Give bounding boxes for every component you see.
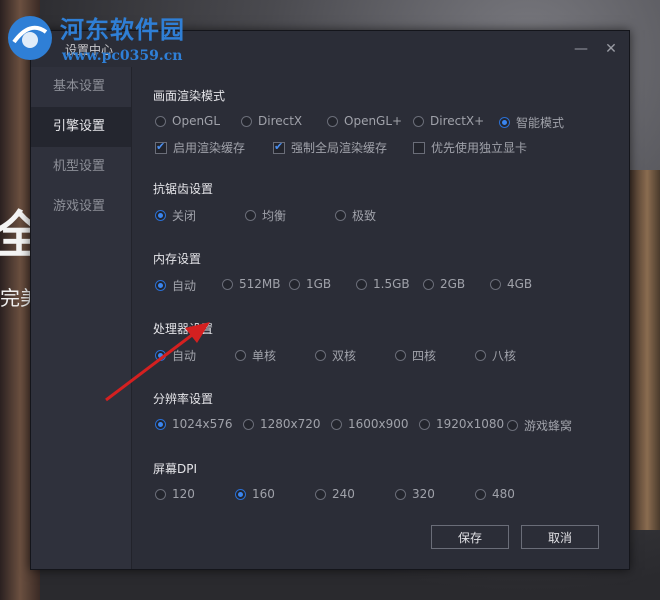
cpu-quad-radio[interactable]: 四核 xyxy=(395,347,436,364)
checkbox-checked-icon xyxy=(155,140,167,154)
radio-icon xyxy=(289,278,300,290)
radio-icon xyxy=(423,278,434,290)
resolution-game-hive-radio[interactable]: 游戏蜂窝 xyxy=(507,417,572,434)
radio-icon xyxy=(243,418,254,430)
checkbox-checked-icon xyxy=(273,140,285,154)
radio-icon xyxy=(475,350,486,361)
radio-icon xyxy=(235,350,246,361)
dedicated-gpu-checkbox[interactable]: 优先使用独立显卡 xyxy=(413,139,527,156)
memory-auto-radio[interactable]: 自动 xyxy=(155,277,196,294)
render-directxplus-radio[interactable]: DirectX+ xyxy=(413,114,484,128)
radio-icon xyxy=(419,418,430,430)
radio-selected-icon xyxy=(155,418,166,430)
settings-dialog: 设置中心 — ✕ 基本设置 引擎设置 机型设置 游戏设置 画面渲染模式 Open… xyxy=(30,30,630,570)
checkbox-icon xyxy=(413,141,425,154)
radio-icon xyxy=(315,350,326,361)
render-mode-title: 画面渲染模式 xyxy=(153,89,226,103)
watermark-logo-icon xyxy=(8,16,52,60)
radio-selected-icon xyxy=(235,488,246,500)
radio-selected-icon xyxy=(155,350,166,361)
resolution-1024-radio[interactable]: 1024x576 xyxy=(155,417,233,431)
radio-icon xyxy=(395,488,406,500)
memory-1gb-radio[interactable]: 1GB xyxy=(289,277,331,291)
antialias-extreme-radio[interactable]: 极致 xyxy=(335,207,376,224)
radio-selected-icon xyxy=(155,280,166,291)
dpi-title: 屏幕DPI xyxy=(153,462,198,476)
render-directx-radio[interactable]: DirectX xyxy=(241,114,302,128)
dpi-320-radio[interactable]: 320 xyxy=(395,487,435,501)
memory-title: 内存设置 xyxy=(153,252,202,266)
render-cache-checkbox[interactable]: 启用渲染缓存 xyxy=(155,139,245,156)
radio-icon xyxy=(395,350,406,361)
engine-settings-panel: 画面渲染模式 OpenGL DirectX OpenGL+ DirectX+ 智… xyxy=(133,67,629,569)
save-button[interactable]: 保存 xyxy=(431,525,509,549)
radio-icon xyxy=(507,420,518,431)
radio-icon xyxy=(155,488,166,500)
settings-sidebar: 基本设置 引擎设置 机型设置 游戏设置 xyxy=(31,67,132,569)
watermark-title: 河东软件园 xyxy=(60,15,185,44)
radio-icon xyxy=(245,210,256,221)
memory-512mb-radio[interactable]: 512MB xyxy=(222,277,281,291)
memory-4gb-radio[interactable]: 4GB xyxy=(490,277,532,291)
dpi-160-radio[interactable]: 160 xyxy=(235,487,275,501)
render-openglplus-radio[interactable]: OpenGL+ xyxy=(327,114,402,128)
radio-icon xyxy=(241,115,252,127)
cpu-single-radio[interactable]: 单核 xyxy=(235,347,276,364)
sidebar-item-engine[interactable]: 引擎设置 xyxy=(31,107,131,147)
radio-icon xyxy=(155,115,166,127)
radio-selected-icon xyxy=(499,117,510,128)
minimize-button[interactable]: — xyxy=(571,39,591,59)
dpi-480-radio[interactable]: 480 xyxy=(475,487,515,501)
antialias-balanced-radio[interactable]: 均衡 xyxy=(245,207,286,224)
resolution-1920-radio[interactable]: 1920x1080 xyxy=(419,417,504,431)
radio-icon xyxy=(335,210,346,221)
global-render-cache-checkbox[interactable]: 强制全局渲染缓存 xyxy=(273,139,387,156)
dpi-120-radio[interactable]: 120 xyxy=(155,487,195,501)
antialias-off-radio[interactable]: 关闭 xyxy=(155,207,196,224)
radio-icon xyxy=(490,278,501,290)
render-opengl-radio[interactable]: OpenGL xyxy=(155,114,220,128)
dpi-240-radio[interactable]: 240 xyxy=(315,487,355,501)
radio-icon xyxy=(413,115,424,127)
radio-selected-icon xyxy=(155,210,166,221)
cpu-auto-radio[interactable]: 自动 xyxy=(155,347,196,364)
sidebar-item-game[interactable]: 游戏设置 xyxy=(31,187,131,227)
game-art-right xyxy=(628,170,660,530)
memory-2gb-radio[interactable]: 2GB xyxy=(423,277,465,291)
resolution-1600-radio[interactable]: 1600x900 xyxy=(331,417,409,431)
sidebar-item-basic[interactable]: 基本设置 xyxy=(31,67,131,107)
radio-icon xyxy=(327,115,338,127)
radio-icon xyxy=(222,278,233,290)
watermark-url: www.pc0359.cn xyxy=(62,48,183,64)
sidebar-item-device[interactable]: 机型设置 xyxy=(31,147,131,187)
radio-icon xyxy=(356,278,367,290)
cpu-dual-radio[interactable]: 双核 xyxy=(315,347,356,364)
antialias-title: 抗锯齿设置 xyxy=(153,182,214,196)
resolution-title: 分辨率设置 xyxy=(153,392,214,406)
resolution-1280-radio[interactable]: 1280x720 xyxy=(243,417,321,431)
cpu-title: 处理器设置 xyxy=(153,322,214,336)
radio-icon xyxy=(475,488,486,500)
radio-icon xyxy=(315,488,326,500)
close-button[interactable]: ✕ xyxy=(601,39,621,59)
memory-1-5gb-radio[interactable]: 1.5GB xyxy=(356,277,410,291)
cpu-octa-radio[interactable]: 八核 xyxy=(475,347,516,364)
cancel-button[interactable]: 取消 xyxy=(521,525,599,549)
render-smart-radio[interactable]: 智能模式 xyxy=(499,114,564,131)
radio-icon xyxy=(331,418,342,430)
